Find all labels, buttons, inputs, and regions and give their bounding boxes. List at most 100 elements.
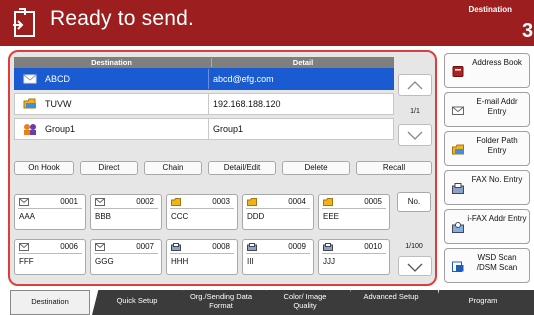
detail-edit-button[interactable]: Detail/Edit	[208, 161, 276, 175]
fax-icon	[323, 243, 333, 251]
folder-icon	[247, 198, 257, 206]
tab-label: Org./Sending Data Format	[189, 292, 253, 310]
table-row[interactable]: ABCD abcd@efg.com	[14, 68, 394, 90]
key-name: EEE	[323, 212, 340, 221]
wsd-scan-icon	[452, 261, 464, 272]
one-touch-key[interactable]: 0006 FFF	[14, 239, 86, 275]
address-book-label: Address Book	[472, 58, 522, 67]
row-destination: TUVW	[45, 99, 72, 109]
key-name: III	[247, 257, 254, 266]
email-icon	[95, 243, 105, 251]
ifax-icon	[452, 222, 464, 233]
recall-button[interactable]: Recall	[356, 161, 432, 175]
tab-advanced-setup[interactable]: Advanced Setup	[344, 290, 438, 315]
key-number: 0001	[60, 197, 78, 206]
chain-button[interactable]: Chain	[144, 161, 202, 175]
row-destination: ABCD	[45, 74, 71, 84]
tab-label: Program	[468, 296, 498, 305]
address-book-button[interactable]: Address Book	[444, 53, 530, 88]
one-touch-key[interactable]: 0009 III	[242, 239, 314, 275]
one-touch-key[interactable]: 0005 EEE	[318, 194, 390, 230]
key-divider	[94, 253, 158, 254]
tab-label: Quick Setup	[116, 296, 158, 305]
destination-label: Destination	[468, 5, 512, 14]
col-detail: Detail	[211, 58, 394, 67]
tab-quick-setup[interactable]: Quick Setup	[92, 290, 182, 315]
number-search-button[interactable]: No.	[397, 192, 431, 212]
key-divider	[170, 253, 234, 254]
table-header: Destination Detail	[14, 57, 394, 68]
on-hook-button[interactable]: On Hook	[14, 161, 74, 175]
folder-path-entry-button[interactable]: Folder Path Entry	[444, 131, 530, 166]
fax-number-entry-label: FAX No. Entry	[471, 175, 523, 184]
email-icon	[19, 243, 29, 251]
fax-icon	[247, 243, 257, 251]
row-detail: abcd@efg.com	[213, 74, 274, 84]
key-number: 0009	[288, 242, 306, 251]
header-bar: Ready to send. Destination 3	[0, 0, 534, 46]
key-number: 0002	[136, 197, 154, 206]
key-name: BBB	[95, 212, 112, 221]
email-icon	[95, 198, 105, 206]
row-divider	[208, 94, 209, 114]
ifax-entry-button[interactable]: i-FAX Addr Entry	[444, 209, 530, 244]
one-touch-key[interactable]: 0001 AAA	[14, 194, 86, 230]
email-icon	[23, 74, 37, 84]
folder-icon	[452, 144, 464, 155]
key-number: 0004	[288, 197, 306, 206]
tab-label: Color/ Image Quality	[283, 292, 327, 310]
key-divider	[170, 208, 234, 209]
tab-label: Destination	[31, 297, 69, 306]
key-number: 0008	[212, 242, 230, 251]
folder-icon	[323, 198, 333, 206]
key-number: 0003	[212, 197, 230, 206]
wsd-scan-label: WSD Scan /DSM Scan	[476, 253, 518, 272]
key-name: AAA	[19, 212, 36, 221]
key-divider	[322, 253, 386, 254]
one-touch-key[interactable]: 0002 BBB	[90, 194, 162, 230]
one-touch-key[interactable]: 0010 JJJ	[318, 239, 390, 275]
one-touch-key[interactable]: 0008 HHH	[166, 239, 238, 275]
direct-button[interactable]: Direct	[80, 161, 138, 175]
row-divider	[208, 69, 209, 89]
table-row[interactable]: TUVW 192.168.188.120	[14, 93, 394, 115]
fax-number-entry-button[interactable]: FAX No. Entry	[444, 170, 530, 205]
key-number: 0010	[364, 242, 382, 251]
scroll-up-button[interactable]	[398, 74, 432, 96]
one-touch-key[interactable]: 0003 CCC	[166, 194, 238, 230]
key-divider	[94, 208, 158, 209]
one-touch-key[interactable]: 0007 GGG	[90, 239, 162, 275]
col-destination: Destination	[91, 58, 132, 67]
ifax-entry-label: i-FAX Addr Entry	[467, 214, 527, 223]
destination-count: 3	[522, 20, 534, 42]
key-number: 0007	[136, 242, 154, 251]
chevron-down-icon	[407, 131, 423, 140]
page-title: Ready to send.	[50, 7, 195, 30]
email-icon	[452, 106, 464, 115]
one-touch-key[interactable]: 0004 DDD	[242, 194, 314, 230]
key-name: CCC	[171, 212, 189, 221]
key-number: 0006	[60, 242, 78, 251]
send-status-icon	[13, 8, 35, 37]
tab-color-image-quality[interactable]: Color/ Image Quality	[260, 290, 350, 315]
table-row[interactable]: Group1 Group1	[14, 118, 394, 140]
key-divider	[18, 208, 82, 209]
key-number: 0005	[364, 197, 382, 206]
tab-org-sending-data-format[interactable]: Org./Sending Data Format	[176, 290, 266, 315]
table-page-indicator: 1/1	[410, 108, 420, 115]
tab-program[interactable]: Program	[432, 290, 534, 315]
one-touch-scroll-down-button[interactable]	[398, 256, 432, 276]
folder-path-entry-label: Folder Path Entry	[476, 136, 518, 155]
row-detail: Group1	[213, 124, 244, 134]
email-entry-button[interactable]: E-mail Addr Entry	[444, 92, 530, 127]
scroll-down-button[interactable]	[398, 124, 432, 146]
wsd-scan-button[interactable]: WSD Scan /DSM Scan	[444, 248, 530, 283]
fax-icon	[452, 183, 464, 194]
fax-icon	[171, 243, 181, 251]
address-book-icon	[452, 66, 464, 77]
key-name: GGG	[95, 257, 114, 266]
one-touch-page-indicator: 1/100	[405, 243, 423, 250]
delete-button[interactable]: Delete	[282, 161, 350, 175]
key-divider	[246, 253, 310, 254]
tab-destination[interactable]: Destination	[10, 290, 90, 315]
